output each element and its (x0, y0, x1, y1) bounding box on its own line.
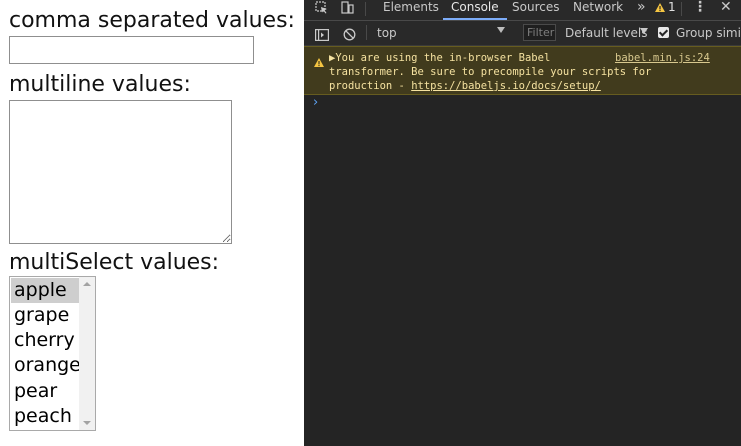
warning-source-link[interactable]: babel.min.js:24 (615, 51, 710, 65)
close-icon[interactable]: ✕ (720, 0, 732, 20)
warning-count-icon[interactable] (654, 0, 666, 19)
warning-line-2: transformer. Be sure to precompile your … (329, 66, 652, 78)
csv-input[interactable] (9, 36, 254, 64)
device-toolbar-icon[interactable] (340, 0, 354, 20)
context-dropdown-arrow-icon[interactable] (497, 27, 505, 33)
multiselect-listbox[interactable]: apple grape cherry orange pear peach (9, 276, 96, 431)
console-prompt[interactable]: › (313, 96, 318, 110)
context-selector[interactable]: top (377, 26, 397, 40)
tabbar-divider (681, 2, 682, 16)
tab-elements[interactable]: Elements (383, 0, 439, 20)
filter-input[interactable]: Filter (523, 24, 556, 41)
option-peach[interactable]: peach (11, 404, 80, 429)
app-page: comma separated values: multiline values… (0, 0, 304, 446)
warning-line-3: production - (329, 80, 412, 92)
tab-console[interactable]: Console (443, 0, 507, 20)
log-levels-dropdown[interactable]: Default levels (565, 26, 647, 40)
devtools-panel: Elements Console Sources Network » 1 ⋮ ✕… (304, 0, 741, 446)
multiselect-label: multiSelect values: (9, 250, 220, 275)
scroll-down-arrow-icon[interactable] (83, 421, 91, 425)
more-tabs-chevron-icon[interactable]: » (637, 0, 646, 20)
tab-network[interactable]: Network (573, 0, 623, 20)
multiline-textarea[interactable] (9, 100, 232, 244)
option-pear[interactable]: pear (11, 379, 80, 404)
devtools-tab-bar: Elements Console Sources Network » 1 ⋮ ✕ (304, 0, 741, 21)
babel-docs-link[interactable]: https://babeljs.io/docs/setup/ (411, 80, 601, 92)
csv-label: comma separated values: (9, 8, 295, 33)
option-cherry[interactable]: cherry (11, 328, 80, 353)
inspect-icon[interactable] (315, 0, 329, 20)
console-warning-message: ▶You are using the in-browser Babel tran… (304, 46, 741, 95)
warning-icon (313, 54, 325, 73)
multiline-label: multiline values: (9, 72, 191, 97)
tabbar-divider (365, 2, 366, 16)
listbox-scrollbar[interactable] (79, 277, 95, 430)
kebab-menu-icon[interactable]: ⋮ (693, 0, 707, 20)
warning-line-1: You are using the in-browser Babel (335, 52, 551, 64)
tab-sources[interactable]: Sources (512, 0, 559, 20)
option-orange[interactable]: orange (11, 353, 81, 378)
clear-console-icon[interactable] (343, 26, 356, 46)
option-grape[interactable]: grape (11, 303, 80, 328)
warning-count: 1 (668, 0, 676, 14)
group-similar-label: Group simila (676, 26, 741, 40)
scroll-up-arrow-icon[interactable] (83, 282, 91, 286)
group-similar-checkbox[interactable] (658, 27, 669, 38)
console-toolbar: top Filter Default levels Group simila (304, 21, 741, 46)
sidebar-toggle-icon[interactable] (315, 26, 330, 46)
toolbar-divider (366, 25, 367, 40)
option-apple[interactable]: apple (11, 278, 80, 303)
levels-dropdown-arrow-icon[interactable] (640, 28, 648, 34)
